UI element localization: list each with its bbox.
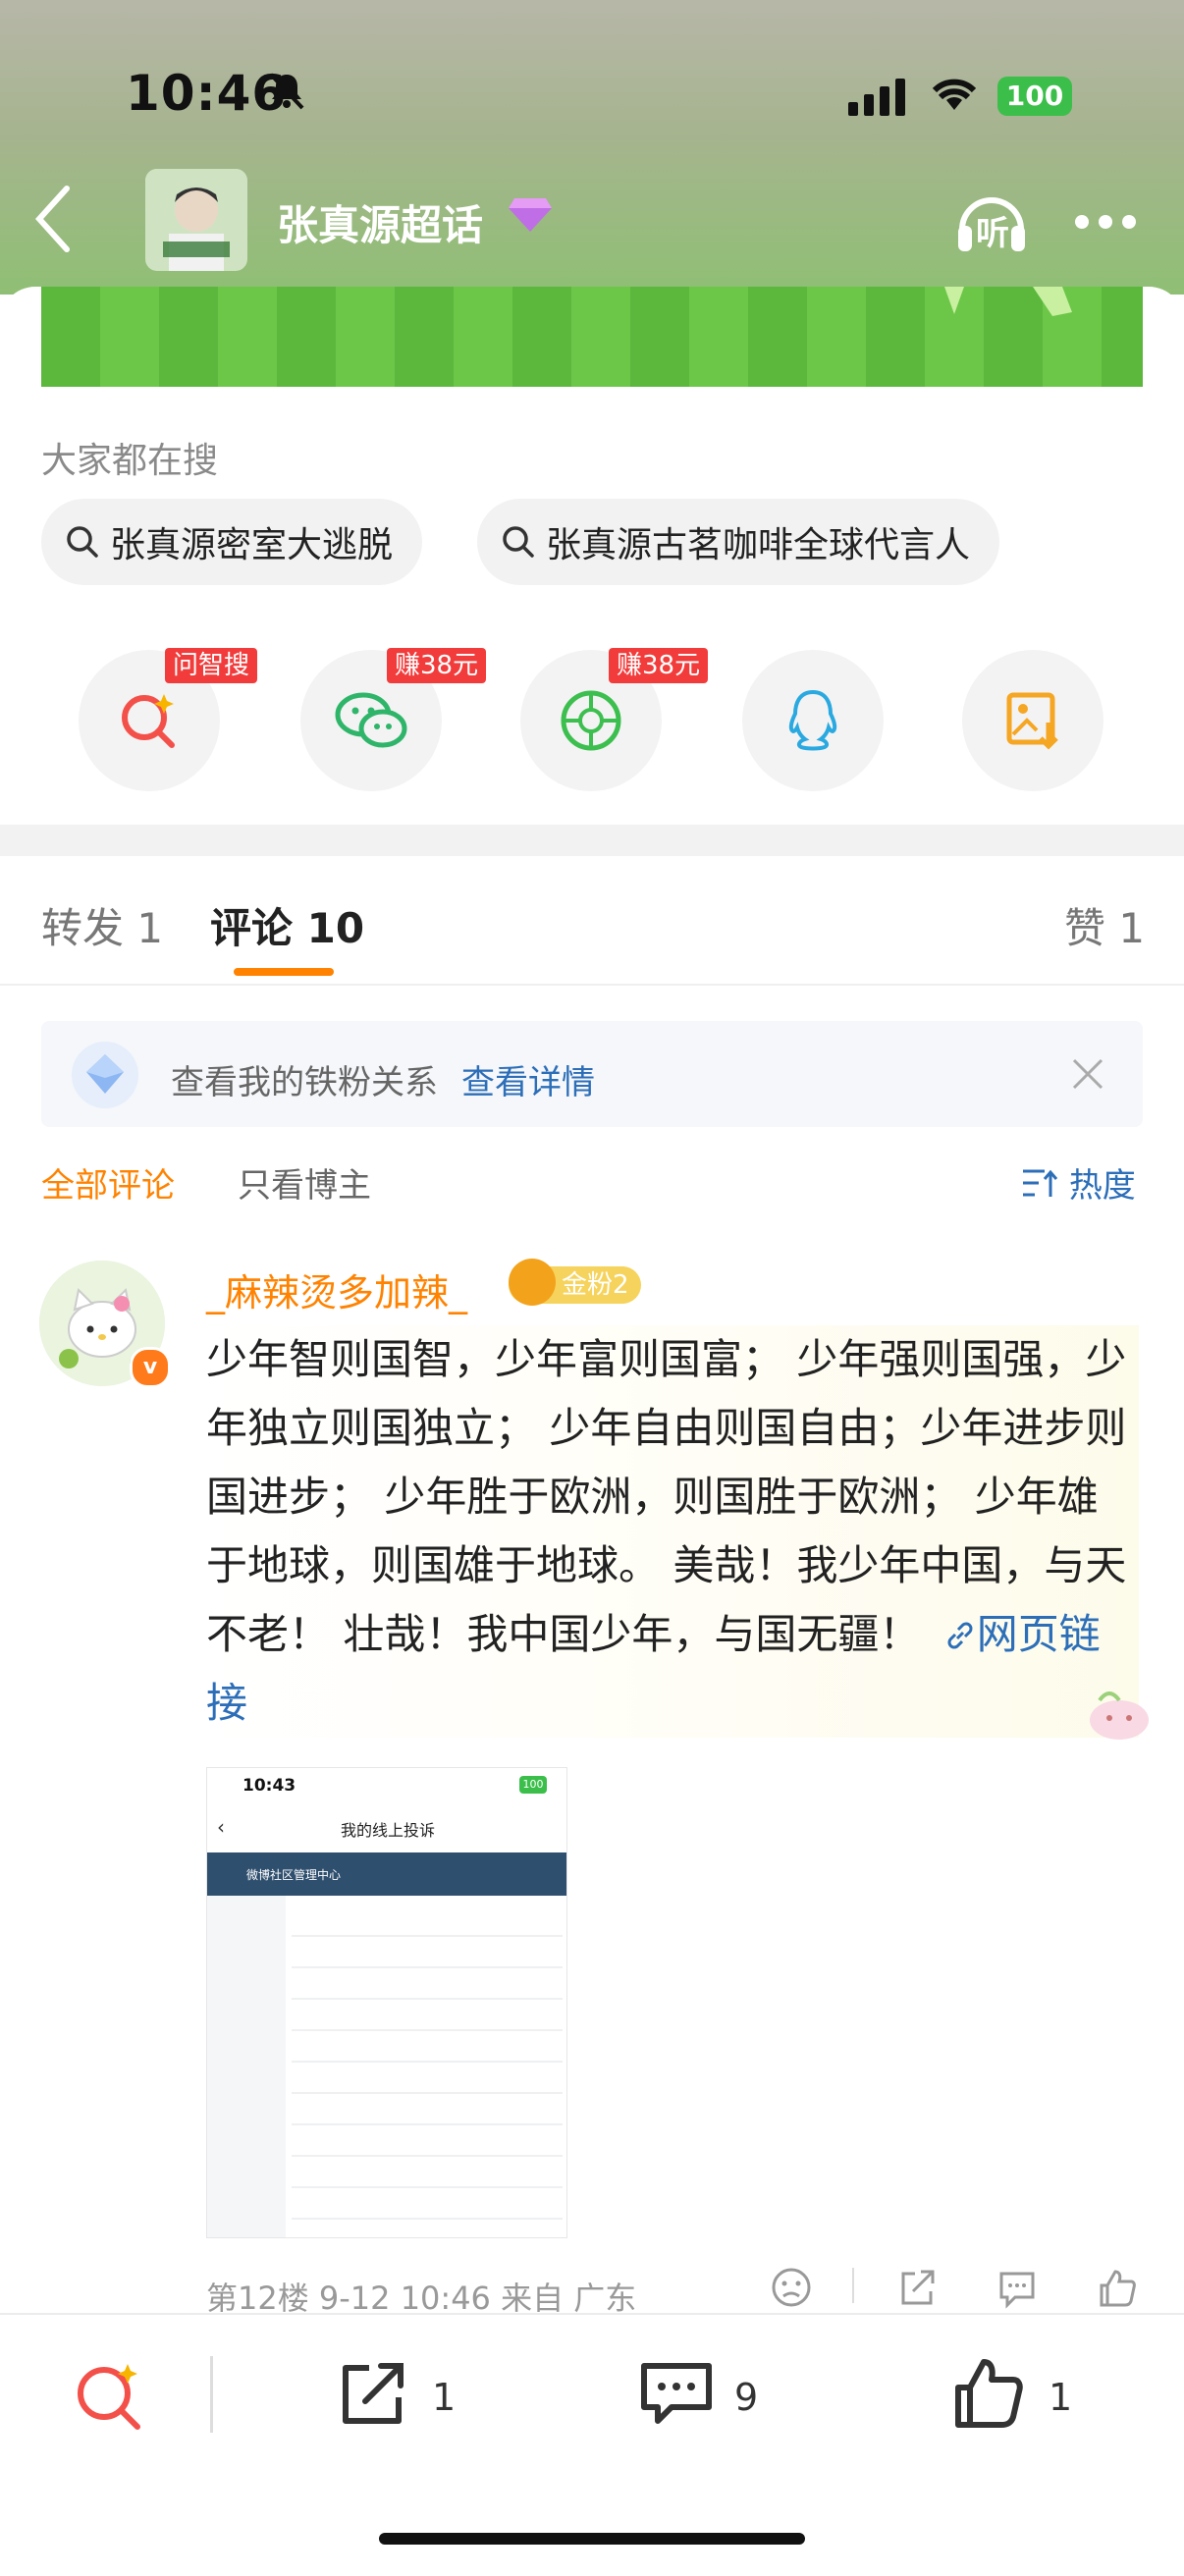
hot-search-chip[interactable]: 张真源密室大逃脱 — [41, 499, 423, 585]
qq-icon — [788, 689, 837, 751]
hot-search-chip[interactable]: 张真源古茗咖啡全球代言人 — [477, 499, 1000, 585]
active-tab-underline — [234, 968, 334, 976]
battery-indicator: 100 — [997, 77, 1072, 116]
moments-icon — [561, 690, 621, 751]
sort-label: 热度 — [1068, 1166, 1136, 1206]
like-icon[interactable] — [952, 2356, 1027, 2431]
hot-search-label: 大家都在搜 — [41, 441, 219, 481]
share-tag: 赚38元 — [609, 648, 709, 683]
thumb-back-icon: ‹ — [217, 1815, 225, 1839]
sort-button[interactable]: 热度 — [1021, 1158, 1136, 1207]
status-time: 10:46 — [126, 65, 288, 122]
more-options-icon[interactable] — [1074, 214, 1137, 230]
comment-image[interactable]: 10:43 100 ‹ 我的线上投诉 微博社区管理中心 — [206, 1767, 567, 2238]
decor-sticker-icon — [1090, 1691, 1149, 1740]
fan-notice-link[interactable]: 查看详情 — [461, 1055, 595, 1103]
filter-only-author[interactable]: 只看博主 — [238, 1158, 371, 1207]
tab-repost[interactable]: 转发 1 — [41, 895, 163, 955]
thumb-status-time: 10:43 — [242, 1776, 296, 1796]
tab-comments[interactable]: 评论 10 — [210, 895, 364, 955]
fan-diamond-icon — [72, 1042, 138, 1108]
share-save-image-button[interactable] — [962, 650, 1103, 791]
tabs-divider — [0, 984, 1184, 986]
back-arrow-icon[interactable] — [35, 185, 71, 253]
page-title[interactable]: 张真源超话 — [277, 192, 483, 252]
listen-label: 听 — [976, 214, 1009, 253]
avatar-image — [145, 169, 247, 271]
thumb-battery: 100 — [519, 1776, 547, 1794]
thumb-site-name: 微博社区管理中心 — [246, 1868, 342, 1882]
wifi-icon — [932, 79, 977, 110]
thumb-title: 我的线上投诉 — [341, 1821, 436, 1840]
tab-likes[interactable]: 赞 1 — [1064, 895, 1145, 955]
section-divider — [0, 825, 1184, 856]
green-banner — [41, 287, 1143, 387]
share-qq-button[interactable] — [742, 650, 884, 791]
wenzhisou-search-icon[interactable] — [71, 2356, 149, 2435]
repost-icon[interactable] — [336, 2358, 410, 2429]
cellular-signal-icon — [848, 79, 905, 116]
hot-search-chip-label: 张真源密室大逃脱 — [110, 525, 394, 565]
close-icon[interactable] — [1070, 1056, 1105, 1092]
fan-badge-icon — [509, 1259, 556, 1306]
reply-icon[interactable] — [996, 2266, 1039, 2309]
comment-icon[interactable] — [638, 2358, 715, 2429]
wenzhisou-search-icon — [122, 694, 175, 748]
commenter-username[interactable]: _麻辣烫多加辣_ — [206, 1262, 467, 1316]
repost-count: 1 — [432, 2376, 457, 2419]
sort-icon — [1023, 1169, 1058, 1197]
share-tag: 赚38元 — [387, 648, 487, 683]
dislike-face-icon[interactable] — [770, 2266, 813, 2309]
repost-icon[interactable] — [895, 2266, 939, 2309]
search-icon — [67, 526, 98, 558]
comment-count: 9 — [734, 2376, 759, 2419]
link-icon — [947, 1622, 973, 1649]
mute-bell-icon — [269, 73, 304, 110]
hot-search-chip-label: 张真源古茗咖啡全球代言人 — [546, 525, 971, 565]
save-image-icon — [1006, 692, 1058, 750]
comment-text-block: 少年智则国智，少年富则国富； 少年强则国强，少年独立则国独立； 少年自由则国自由… — [206, 1325, 1139, 1738]
thumb-table — [292, 1905, 563, 2229]
share-tag: 问智搜 — [165, 648, 258, 683]
action-separator — [852, 2268, 854, 2303]
home-indicator[interactable] — [379, 2533, 805, 2545]
supertopic-avatar[interactable] — [145, 169, 247, 271]
fan-notice-text: 查看我的铁粉关系 — [171, 1063, 438, 1102]
thumb-sidebar — [207, 1896, 286, 2237]
search-icon — [503, 526, 534, 558]
verified-badge-icon: v — [130, 1347, 171, 1388]
bottom-separator — [210, 2356, 213, 2433]
diamond-gem-icon — [509, 198, 552, 232]
filter-all-comments[interactable]: 全部评论 — [41, 1158, 175, 1207]
wechat-icon — [335, 692, 407, 748]
listen-button[interactable]: 听 — [952, 187, 1031, 259]
like-icon[interactable] — [1096, 2266, 1139, 2309]
like-count: 1 — [1049, 2376, 1073, 2419]
